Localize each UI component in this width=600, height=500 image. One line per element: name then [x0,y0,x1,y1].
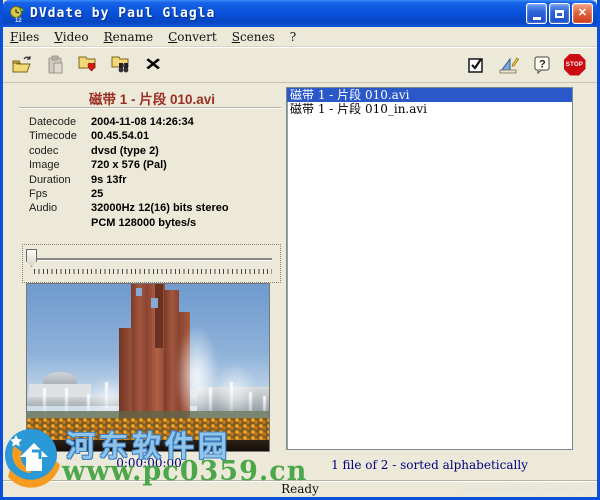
file-info-panel: Datecode 2004-11-08 14:26:34 Timecode 00… [29,116,279,229]
app-icon: 12 [10,5,25,23]
verify-button[interactable] [463,52,488,77]
window-title: DVdate by Paul Glagla [30,6,216,21]
seek-slider-track[interactable] [34,258,272,261]
close-icon: ✕ [577,7,588,19]
preview-fountain-jet [230,382,233,414]
preview-tower-column [119,328,132,423]
preview-tower-gap [136,288,142,296]
info-label: Datecode [29,116,77,128]
info-value: 2004-11-08 14:26:34 [91,116,194,128]
client-area: 磁带 1 - 片段 010.avi Datecode 2004-11-08 14… [3,83,597,480]
info-value: 00.45.54.01 [91,130,150,143]
minimize-icon [532,16,541,20]
seek-slider-ticks [34,269,272,274]
info-label: Duration [29,173,71,186]
app-window: 12 DVdate by Paul Glagla ✕ Files Video R… [0,0,600,500]
measure-button[interactable] [496,52,521,77]
info-label: Fps [29,187,48,200]
list-item[interactable]: 磁带 1 - 片段 010.avi [287,88,572,102]
paste-button[interactable] [42,52,67,77]
paste-icon [48,55,62,73]
stop-icon: STOP [563,53,586,76]
maximize-icon [555,9,564,18]
info-value: 9s 13fr [91,173,127,186]
list-summary: 1 file of 2 - sorted alphabetically [331,458,528,472]
info-value: 32000Hz 12(16) bits stereo [91,202,229,215]
ruler-pencil-icon [499,57,519,73]
menu-bar: Files Video Rename Convert Scenes ? [3,27,597,47]
faint-watermark-text: BBS PConline.COM.CN [463,483,589,494]
info-value: 720 x 576 (Pal) [91,159,167,172]
watermark-site-url: www.pc0359.cn [62,456,308,487]
current-file-title: 磁带 1 - 片段 010.avi [88,92,216,107]
toolbar: ✕ ? STOP [3,47,597,83]
info-value: PCM 128000 bytes/s [91,216,197,229]
help-icon: ? [534,56,549,74]
seek-slider-group [22,244,281,283]
search-files-button[interactable] [108,52,133,77]
favorites-button[interactable] [75,52,100,77]
menu-help[interactable]: ? [290,30,296,44]
info-value: 25 [91,187,104,200]
file-listbox[interactable]: 磁带 1 - 片段 010.avi 磁带 1 - 片段 010_in.avi [286,87,573,450]
checkbox-icon [467,57,483,73]
folder-binoculars-icon [111,56,128,73]
svg-text:?: ? [539,58,546,70]
list-item[interactable]: 磁带 1 - 片段 010_in.avi [287,102,572,116]
title-bar[interactable]: 12 DVdate by Paul Glagla ✕ [3,0,597,27]
folder-heart-icon [78,56,95,72]
minimize-button[interactable] [526,3,547,24]
info-label-empty [29,217,91,229]
preview-fountain-jet [105,382,108,414]
preview-tower-gap [151,298,158,308]
menu-rename[interactable]: Rename [104,30,154,44]
info-label: codec [29,144,59,157]
menu-convert[interactable]: Convert [168,30,217,44]
help-button[interactable]: ? [529,52,554,77]
stop-button[interactable]: STOP [562,52,587,77]
title-separator [19,107,281,109]
svg-text:12: 12 [15,18,22,23]
info-label: Timecode [29,130,77,143]
close-button[interactable]: ✕ [572,3,593,24]
menu-scenes[interactable]: Scenes [232,30,275,44]
info-label: Image [29,159,60,172]
open-folder-icon [12,55,31,72]
preview-tower-column [155,284,163,348]
info-label: Audio [29,202,58,215]
menu-files[interactable]: Files [10,30,39,44]
info-value: dvsd (type 2) [91,144,159,157]
delete-button[interactable]: ✕ [141,52,166,77]
watermark-logo [5,429,60,488]
maximize-button[interactable] [549,3,570,24]
delete-x-icon: ✕ [144,54,163,74]
seek-slider-thumb[interactable] [26,249,37,267]
open-file-button[interactable] [9,52,34,77]
menu-video[interactable]: Video [54,30,88,44]
preview-tower-column [131,284,147,426]
